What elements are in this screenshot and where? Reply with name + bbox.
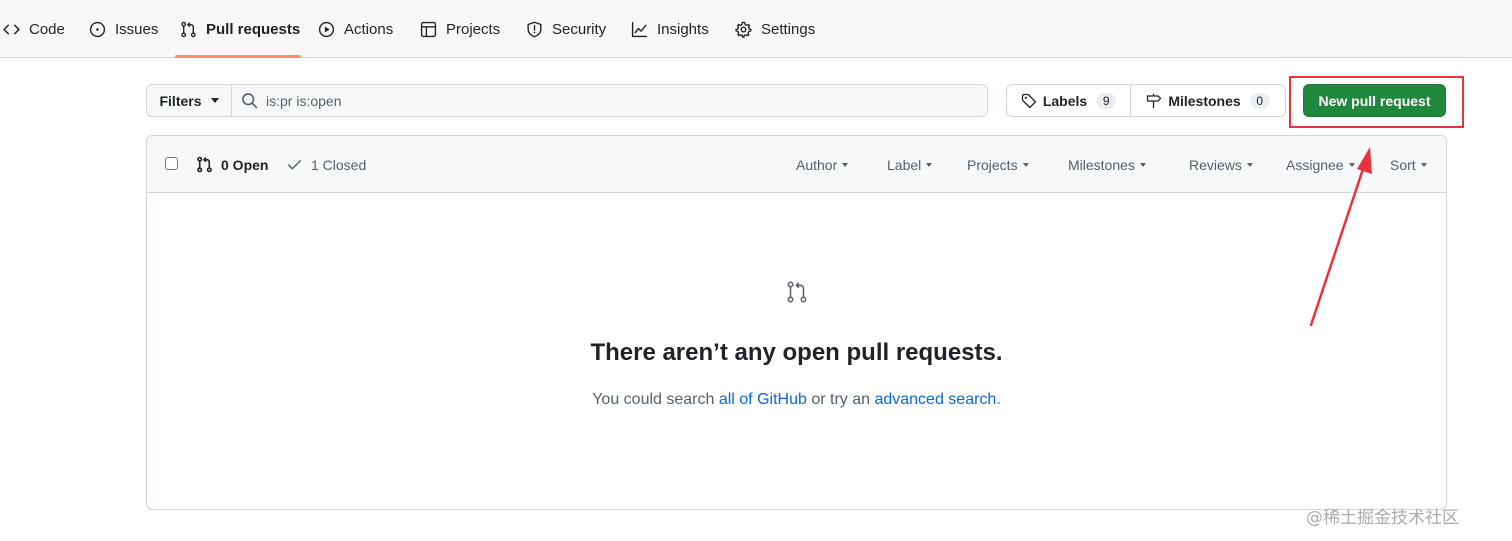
repo-nav: Code Issues Pull requests Actions Projec… bbox=[0, 0, 1512, 58]
tab-projects[interactable]: Projects bbox=[420, 0, 500, 58]
tab-issues[interactable]: Issues bbox=[89, 0, 158, 58]
blankslate-text-before: You could search bbox=[592, 391, 719, 408]
pull-request-list-box: 0 Open 1 Closed Author Label Projects Mi… bbox=[146, 135, 1447, 510]
milestones-button[interactable]: Milestones 0 bbox=[1131, 85, 1285, 116]
milestones-label: Milestones bbox=[1168, 92, 1241, 109]
select-all-checkbox[interactable] bbox=[165, 157, 178, 170]
closed-filter-link[interactable]: 1 Closed bbox=[286, 136, 366, 193]
tab-pull-requests[interactable]: Pull requests bbox=[180, 0, 300, 58]
check-icon bbox=[287, 160, 302, 170]
play-icon bbox=[318, 21, 335, 37]
triangle-down-icon bbox=[1139, 162, 1146, 167]
tab-projects-label: Projects bbox=[446, 20, 501, 38]
labels-milestones-group: Labels 9 Milestones 0 bbox=[1006, 84, 1286, 117]
triangle-down-icon bbox=[210, 98, 219, 103]
graph-icon bbox=[631, 21, 648, 37]
tab-security-label: Security bbox=[552, 20, 607, 38]
milestones-dropdown[interactable]: Milestones bbox=[1068, 136, 1146, 193]
tab-security[interactable]: Security bbox=[526, 0, 606, 58]
search-container bbox=[232, 85, 987, 116]
labels-count: 9 bbox=[1096, 92, 1117, 109]
open-count-label: 0 Open bbox=[221, 156, 269, 173]
all-of-github-link[interactable]: all of GitHub bbox=[719, 391, 807, 408]
git-pull-request-icon bbox=[787, 281, 807, 303]
labels-label: Labels bbox=[1042, 92, 1088, 109]
search-input[interactable] bbox=[266, 92, 966, 109]
issue-opened-icon bbox=[89, 21, 106, 37]
shield-icon bbox=[527, 21, 542, 37]
projects-dropdown[interactable]: Projects bbox=[967, 136, 1029, 193]
closed-count-label: 1 Closed bbox=[311, 156, 367, 173]
author-dropdown-label: Author bbox=[796, 156, 838, 173]
advanced-search-link[interactable]: advanced search bbox=[874, 391, 996, 408]
triangle-down-icon bbox=[1420, 162, 1427, 167]
tab-pull-requests-label: Pull requests bbox=[206, 20, 301, 38]
tab-insights-label: Insights bbox=[657, 20, 709, 38]
filters-dropdown-button[interactable]: Filters bbox=[147, 85, 232, 116]
triangle-down-icon bbox=[1246, 162, 1253, 167]
projects-dropdown-label: Projects bbox=[967, 156, 1018, 173]
tab-insights[interactable]: Insights bbox=[631, 0, 709, 58]
git-pull-request-icon bbox=[181, 21, 196, 37]
sort-dropdown-label: Sort bbox=[1390, 156, 1416, 173]
reviews-dropdown[interactable]: Reviews bbox=[1189, 136, 1253, 193]
filter-bar: Filters bbox=[146, 84, 988, 117]
milestones-count: 0 bbox=[1249, 92, 1270, 109]
labels-button[interactable]: Labels 9 bbox=[1007, 85, 1131, 116]
reviews-dropdown-label: Reviews bbox=[1189, 156, 1242, 173]
label-dropdown-label: Label bbox=[887, 156, 922, 173]
filters-label: Filters bbox=[159, 92, 202, 109]
watermark: @稀土掘金技术社区 bbox=[1306, 508, 1459, 528]
search-icon bbox=[242, 93, 258, 109]
assignee-dropdown-label: Assignee bbox=[1286, 156, 1344, 173]
blankslate: There aren’t any open pull requests. You… bbox=[147, 193, 1446, 509]
tab-actions[interactable]: Actions bbox=[318, 0, 393, 58]
git-pull-request-icon bbox=[197, 156, 212, 173]
blankslate-text-after: . bbox=[996, 391, 1001, 408]
tab-actions-label: Actions bbox=[344, 20, 394, 38]
milestones-dropdown-label: Milestones bbox=[1068, 156, 1135, 173]
tab-issues-label: Issues bbox=[115, 20, 159, 38]
new-pull-request-button[interactable]: New pull request bbox=[1303, 84, 1446, 117]
list-header: 0 Open 1 Closed Author Label Projects Mi… bbox=[147, 136, 1446, 193]
sort-dropdown[interactable]: Sort bbox=[1390, 136, 1427, 193]
blankslate-text-middle: or try an bbox=[806, 391, 875, 408]
tag-icon bbox=[1021, 93, 1036, 108]
triangle-down-icon bbox=[926, 162, 933, 167]
triangle-down-icon bbox=[1022, 162, 1029, 167]
open-filter-link[interactable]: 0 Open bbox=[196, 136, 268, 193]
label-dropdown[interactable]: Label bbox=[887, 136, 933, 193]
triangle-down-icon bbox=[1348, 162, 1355, 167]
triangle-down-icon bbox=[842, 162, 849, 167]
code-icon bbox=[3, 24, 20, 34]
assignee-dropdown[interactable]: Assignee bbox=[1286, 136, 1355, 193]
table-icon bbox=[420, 21, 437, 37]
selected-tab-underline bbox=[175, 55, 301, 58]
blankslate-title: There aren’t any open pull requests. bbox=[590, 339, 1003, 366]
gear-icon bbox=[735, 21, 752, 38]
author-dropdown[interactable]: Author bbox=[796, 136, 849, 193]
milestone-icon bbox=[1147, 93, 1162, 108]
blankslate-text: You could search all of GitHub or try an… bbox=[147, 391, 1446, 409]
tab-code[interactable]: Code bbox=[3, 0, 65, 58]
tab-settings-label: Settings bbox=[761, 20, 816, 38]
tab-code-label: Code bbox=[29, 20, 65, 38]
tab-settings[interactable]: Settings bbox=[735, 0, 815, 58]
